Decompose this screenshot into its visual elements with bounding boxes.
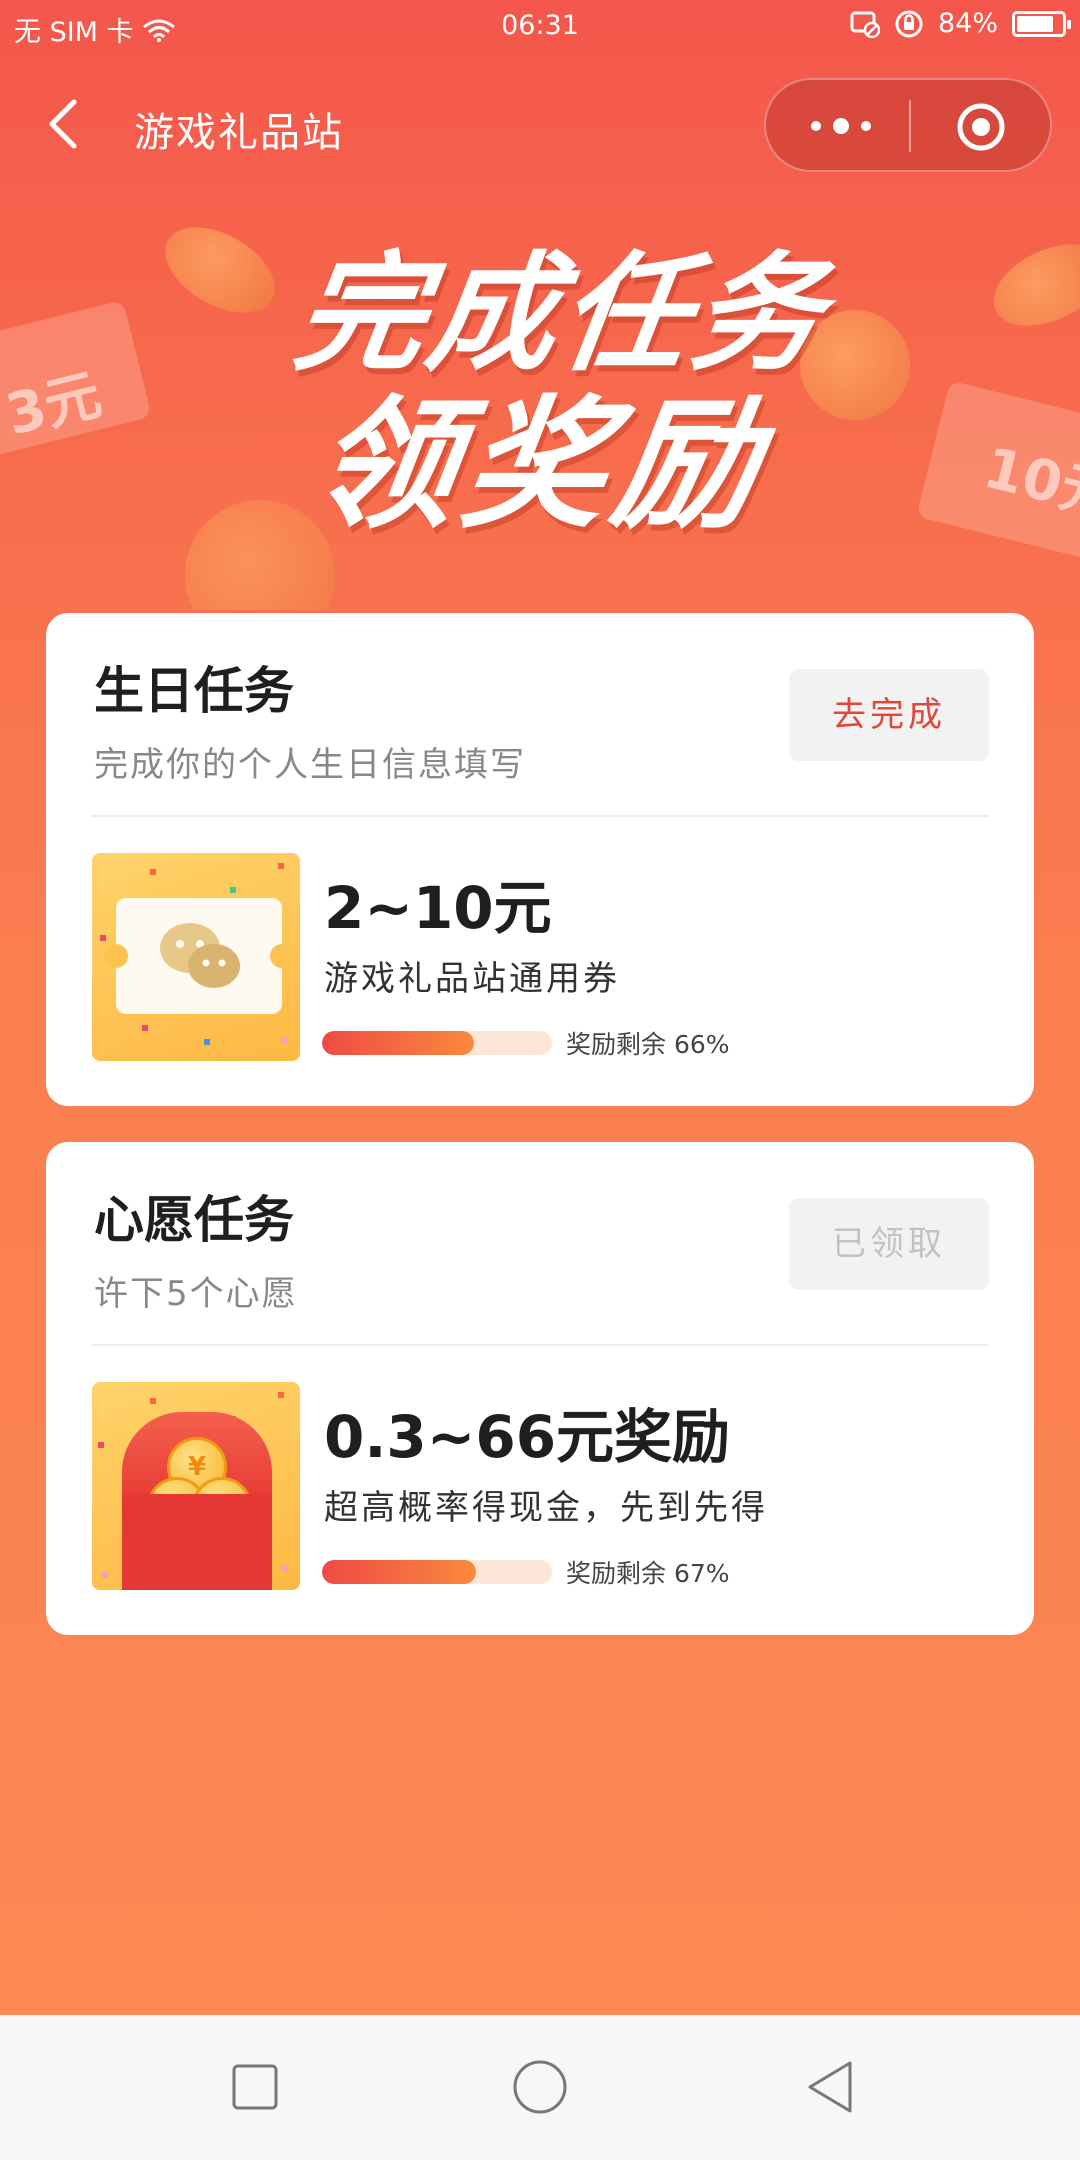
task-card-wish: 心愿任务 许下5个心愿 已领取 ¥ ¥ ¥ 0.3~66元奖励 超高概率得现金，… [46,1142,1034,1635]
card-divider [92,1344,988,1346]
coin-decoration [980,227,1080,343]
reward-amount: 0.3~66元奖励 [324,1403,731,1471]
reward-progress-bar [322,1560,552,1584]
hero-line-2: 领奖励 [303,383,777,548]
task-card-birthday: 生日任务 完成你的个人生日信息填写 去完成 2~10元 游戏礼品站通用券 奖励剩… [46,613,1034,1106]
voucher-ticket [104,898,294,1014]
reward-description: 游戏礼品站通用券 [324,959,620,999]
claimed-button[interactable]: 已领取 [789,1198,989,1290]
battery-icon [1012,10,1071,37]
more-dots-icon[interactable] [806,115,876,137]
status-bar: 无 SIM 卡 06:31 84% [0,0,1080,55]
battery-percent: 84% [937,8,998,39]
ticket-left-label: 3元 [0,362,108,449]
task-title: 生日任务 [94,662,294,720]
hero-banner: 3元 10元 完成任务 领奖励 [0,170,1080,610]
complete-task-button[interactable]: 去完成 [789,669,989,761]
recent-apps-icon[interactable] [225,2057,285,2117]
task-title: 心愿任务 [94,1191,294,1249]
envelope-body [122,1494,272,1590]
close-target-icon[interactable] [956,102,1006,152]
ticket-right-decoration: 10元 [916,380,1080,570]
coin-decoration [150,209,290,331]
task-description: 许下5个心愿 [94,1274,298,1314]
back-triangle-icon[interactable] [800,2057,860,2117]
notification-muted-icon [850,11,880,38]
reward-progress-fill [322,1031,474,1055]
back-arrow-icon[interactable] [40,94,92,154]
red-envelope-icon: ¥ ¥ ¥ [92,1382,300,1590]
home-icon[interactable] [510,2057,570,2117]
capsule-divider [909,100,911,152]
system-nav-bar [0,2015,1080,2160]
reward-amount: 2~10元 [324,874,552,942]
task-description: 完成你的个人生日信息填写 [94,745,526,785]
reward-remaining-text: 奖励剩余 67% [566,1559,730,1588]
battery-level [1017,15,1054,32]
hero-line-1: 完成任务 [286,240,836,389]
mini-program-capsule [764,78,1052,172]
wechat-voucher-icon [92,853,300,1061]
nav-bar: 游戏礼品站 [0,70,1080,182]
reward-remaining-text: 奖励剩余 66% [566,1030,730,1059]
card-divider [92,815,988,817]
ticket-right-label: 10元 [977,435,1080,531]
ticket-left-decoration: 3元 [0,300,152,460]
wechat-logo-icon [160,923,240,988]
page-title: 游戏礼品站 [134,110,344,156]
reward-progress-fill [322,1560,477,1584]
hero-slogan: 完成任务 领奖励 [249,240,851,548]
rotation-lock-icon [895,10,923,37]
reward-description: 超高概率得现金，先到先得 [324,1488,768,1528]
reward-progress-bar [322,1031,552,1055]
